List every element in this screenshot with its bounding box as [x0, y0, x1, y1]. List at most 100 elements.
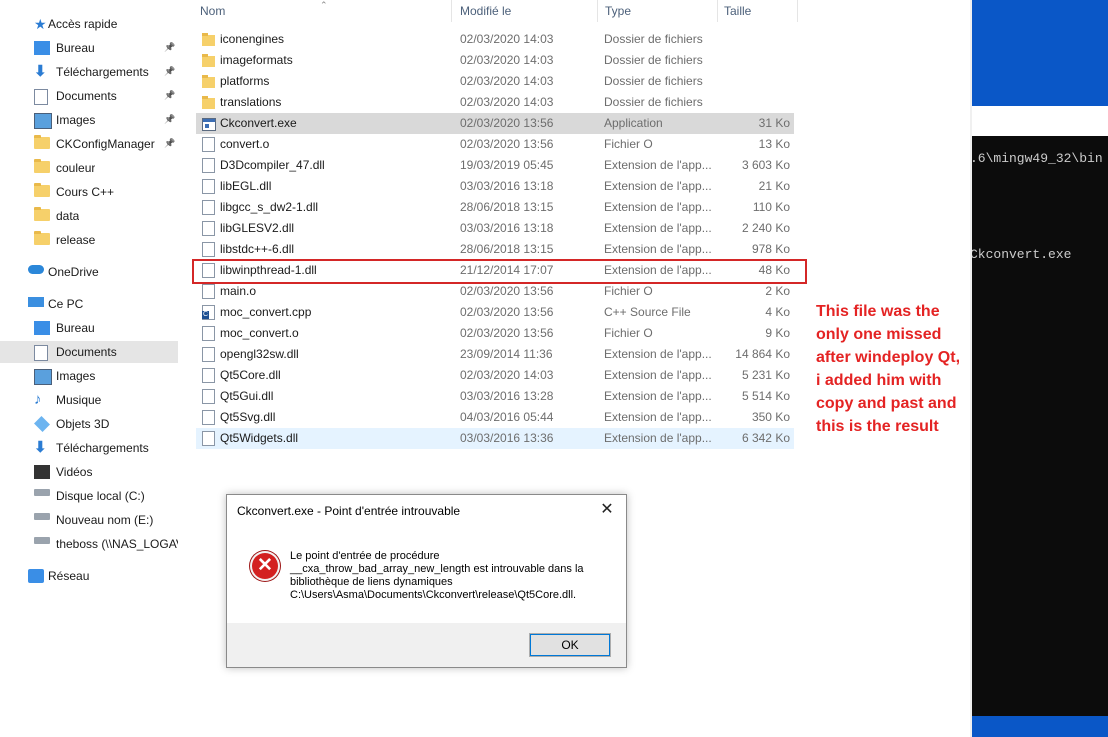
file-modified: 03/03/2016 13:18 [460, 221, 554, 235]
file-row[interactable]: Qt5Gui.dll 03/03/2016 13:28 Extension de l… [196, 386, 794, 407]
file-name: Qt5Gui.dll [220, 389, 274, 403]
file-size: 2 Ko [765, 284, 790, 298]
file-icon [202, 410, 215, 425]
dialog-message-line: __cxa_throw_bad_array_new_length est int… [290, 563, 584, 575]
file-size: 978 Ko [751, 242, 790, 256]
file-type: Fichier O [604, 137, 653, 151]
sidebar-item-label: Cours C++ [56, 185, 115, 199]
file-row[interactable]: libstdc++-6.dll 28/06/2018 13:15 Extension… [196, 239, 794, 260]
column-separator[interactable] [717, 0, 718, 22]
file-name: Qt5Widgets.dll [220, 431, 299, 445]
annotation-text: This file was the only one missed after … [816, 303, 961, 435]
column-separator[interactable] [597, 0, 598, 22]
column-header-name[interactable]: Nom [200, 0, 225, 22]
file-row[interactable]: D3Dcompiler_47.dll 19/03/2019 05:45 Extens… [196, 155, 794, 176]
file-row[interactable]: convert.o 02/03/2020 13:56 Fichier O 13 Ko [196, 134, 794, 155]
error-dialog: Ckconvert.exe - Point d'entrée introuvab… [226, 494, 627, 668]
file-type: C++ Source File [604, 305, 691, 319]
network-drive-icon [34, 537, 50, 544]
file-row[interactable]: iconengines 02/03/2020 14:03 Dossier de fi… [196, 29, 794, 50]
file-size: 110 Ko [752, 200, 790, 214]
folder-icon [34, 135, 50, 149]
ok-button[interactable]: OK [529, 633, 611, 657]
column-header-size[interactable]: Taille [724, 0, 751, 22]
file-name: main.o [220, 284, 257, 298]
application-icon [202, 118, 216, 131]
sidebar-item-objets-3d[interactable]: Objets 3D [0, 413, 178, 435]
pin-icon[interactable]: 📌 [164, 114, 175, 125]
file-size: 350 Ko [751, 410, 790, 424]
file-name: iconengines [220, 32, 285, 46]
file-row[interactable]: moc_convert.cpp 02/03/2020 13:56 C++ Sourc… [196, 302, 794, 323]
sidebar-item-disque-local-c[interactable]: Disque local (C:) [0, 485, 178, 507]
file-row[interactable]: platforms 02/03/2020 14:03 Dossier de fich… [196, 71, 794, 92]
column-header-type[interactable]: Type [605, 0, 631, 22]
file-name: Qt5Svg.dll [220, 410, 276, 424]
desktop-icon [34, 321, 50, 335]
sidebar-item-r-seau[interactable]: Réseau [0, 565, 178, 587]
sidebar-item-ce-pc[interactable]: Ce PC [0, 293, 178, 315]
sidebar-item-vid-os[interactable]: Vidéos [0, 461, 178, 483]
console-window: .6\mingw49_32\bin Ckconvert.exe [970, 106, 1108, 716]
file-row[interactable]: Qt5Widgets.dll 03/03/2016 13:36 Extension … [196, 428, 794, 449]
sidebar-item-label: Musique [56, 393, 102, 407]
sidebar-item-ckconfigmanager[interactable]: CKConfigManager 📌 [0, 133, 178, 155]
file-row[interactable]: opengl32sw.dll 23/09/2014 11:36 Extension … [196, 344, 794, 365]
sidebar-item-images[interactable]: Images 📌 [0, 109, 178, 131]
sidebar-item-documents[interactable]: Documents 📌 [0, 85, 178, 107]
sidebar-item-release[interactable]: release [0, 229, 178, 251]
file-row[interactable]: Qt5Core.dll 02/03/2020 14:03 Extension de … [196, 365, 794, 386]
file-row[interactable]: Ckconvert.exe 02/03/2020 13:56 Application… [196, 113, 794, 134]
sidebar-item-bureau[interactable]: Bureau 📌 [0, 37, 178, 59]
column-separator[interactable] [797, 0, 798, 22]
sidebar-item-onedrive[interactable]: OneDrive [0, 261, 178, 283]
pin-icon[interactable]: 📌 [164, 66, 175, 77]
sidebar-item-t-l-chargements[interactable]: ⬇ Téléchargements 📌 [0, 61, 178, 83]
sidebar-item-data[interactable]: data [0, 205, 178, 227]
file-modified: 02/03/2020 14:03 [460, 53, 554, 67]
pin-icon[interactable]: 📌 [164, 90, 175, 101]
file-row[interactable]: imageformats 02/03/2020 14:03 Dossier de f… [196, 50, 794, 71]
sidebar-item-acc-s-rapide[interactable]: ★ Accès rapide [0, 13, 178, 35]
sidebar-item-theboss-nas-logav[interactable]: theboss (\\NAS_LOGAV [0, 533, 178, 555]
sidebar-item-images[interactable]: Images [0, 365, 178, 387]
sidebar-item-cours-c[interactable]: Cours C++ [0, 181, 178, 203]
file-modified: 02/03/2020 14:03 [460, 74, 554, 88]
sidebar-item-documents[interactable]: Documents [0, 341, 178, 363]
file-type: Extension de l'app... [604, 368, 712, 382]
file-name: D3Dcompiler_47.dll [220, 158, 325, 172]
file-row[interactable]: libEGL.dll 03/03/2016 13:18 Extension de l… [196, 176, 794, 197]
file-row[interactable]: libgcc_s_dw2-1.dll 28/06/2018 13:15 Extens… [196, 197, 794, 218]
sidebar-item-label: Bureau [56, 321, 95, 335]
dialog-title: Ckconvert.exe - Point d'entrée introuvab… [237, 504, 461, 518]
sidebar-item-bureau[interactable]: Bureau [0, 317, 178, 339]
file-modified: 02/03/2020 13:56 [460, 116, 554, 130]
pin-icon[interactable]: 📌 [164, 42, 175, 53]
file-row[interactable]: moc_convert.o 02/03/2020 13:56 Fichier O 9 … [196, 323, 794, 344]
file-row[interactable]: translations 02/03/2020 14:03 Dossier de f… [196, 92, 794, 113]
column-separator[interactable] [451, 0, 452, 22]
file-row[interactable]: main.o 02/03/2020 13:56 Fichier O 2 Ko [196, 281, 794, 302]
close-icon[interactable]: ✕ [596, 499, 618, 521]
sidebar-item-label: Images [56, 369, 96, 383]
sidebar-item-couleur[interactable]: couleur [0, 157, 178, 179]
file-row[interactable]: libGLESV2.dll 03/03/2016 13:18 Extension d… [196, 218, 794, 239]
file-type: Extension de l'app... [604, 158, 712, 172]
file-type: Dossier de fichiers [604, 95, 703, 109]
file-size: 14 864 Ko [735, 347, 790, 361]
file-modified: 02/03/2020 14:03 [460, 95, 554, 109]
sidebar-item-nouveau-nom-e[interactable]: Nouveau nom (E:) [0, 509, 178, 531]
dialog-message-line: Le point d'entrée de procédure [290, 550, 440, 562]
file-type: Dossier de fichiers [604, 53, 703, 67]
file-type: Fichier O [604, 326, 653, 340]
file-size: 9 Ko [765, 326, 790, 340]
column-header-modified[interactable]: Modifié le [460, 0, 511, 22]
file-type: Extension de l'app... [604, 389, 712, 403]
file-type: Extension de l'app... [604, 410, 712, 424]
file-row[interactable]: Qt5Svg.dll 04/03/2016 05:44 Extension de l… [196, 407, 794, 428]
sidebar-item-musique[interactable]: ♪ Musique [0, 389, 178, 411]
pictures-icon [34, 369, 52, 385]
sidebar-item-t-l-chargements[interactable]: ⬇ Téléchargements [0, 437, 178, 459]
pin-icon[interactable]: 📌 [164, 138, 175, 149]
file-modified: 04/03/2016 05:44 [460, 410, 554, 424]
